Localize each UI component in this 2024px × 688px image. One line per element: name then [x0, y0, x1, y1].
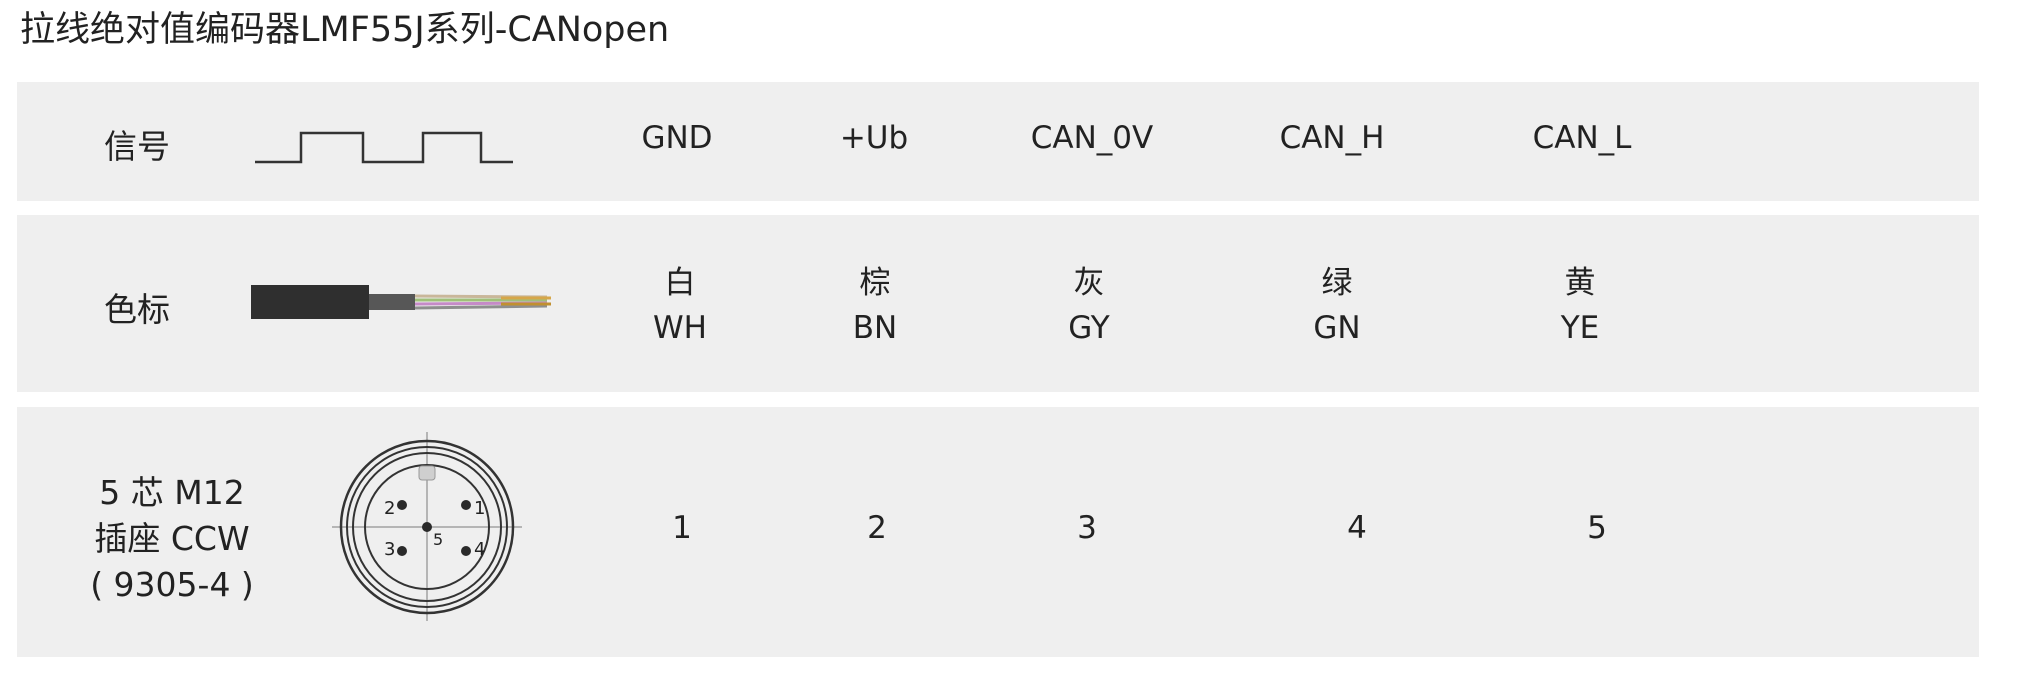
pin-5: 5 — [1587, 510, 1607, 546]
connector-row: 5 芯 M12 插座 CCW ( 9305-4 ) 1 2 3 4 5 1 2 … — [17, 407, 1979, 657]
connector-label-line-1: 5 芯 M12 — [99, 473, 245, 512]
pin-label-2: 2 — [384, 498, 395, 519]
connector-row-label: 5 芯 M12 插座 CCW ( 9305-4 ) — [90, 470, 254, 608]
signal-can-0v: CAN_0V — [1030, 120, 1154, 156]
connector-label-line-2: 插座 CCW — [94, 519, 250, 558]
pin-1: 1 — [672, 510, 692, 546]
color-brown: 棕 BN — [853, 257, 897, 346]
pin-label-3: 3 — [384, 539, 395, 560]
color-brown-cn: 棕 — [859, 265, 891, 301]
document-title: 拉线绝对值编码器LMF55J系列-CANopen — [20, 10, 670, 50]
signal-row: 信号 GND +Ub CAN_0V CAN_H CAN_L — [17, 82, 1979, 201]
color-white-en: WH — [653, 310, 707, 346]
pin-label-1: 1 — [474, 498, 485, 519]
signal-ub: +Ub — [839, 120, 909, 156]
connector-label-line-3: ( 9305-4 ) — [90, 565, 254, 604]
color-gray: 灰 GY — [1068, 257, 1109, 346]
color-gray-cn: 灰 — [1073, 265, 1105, 301]
color-white: 白 WH — [653, 257, 707, 346]
color-white-cn: 白 — [664, 265, 696, 301]
signal-row-label: 信号 — [104, 127, 170, 166]
color-yellow-en: YE — [1560, 310, 1600, 346]
pin-3: 3 — [1077, 510, 1097, 546]
color-green-cn: 绿 — [1321, 265, 1353, 301]
pin-2: 2 — [867, 510, 887, 546]
color-green: 绿 GN — [1313, 257, 1360, 346]
signal-can-h: CAN_H — [1279, 120, 1385, 156]
color-brown-en: BN — [852, 310, 898, 346]
signal-gnd: GND — [641, 120, 713, 156]
signal-can-l: CAN_L — [1532, 120, 1632, 156]
color-yellow: 黄 YE — [1561, 257, 1600, 346]
color-row: 色标 白 WH 棕 BN 灰 GY 绿 GN 黄 YE — [17, 215, 1979, 392]
pin-4: 4 — [1347, 510, 1367, 546]
square-wave-icon — [255, 131, 513, 164]
cable-wires-icon — [251, 285, 551, 319]
color-yellow-cn: 黄 — [1564, 265, 1596, 301]
m12-connector-pinout-icon: 1 2 3 4 5 — [332, 432, 522, 621]
color-green-en: GN — [1313, 310, 1361, 346]
color-gray-en: GY — [1068, 310, 1110, 346]
pin-label-4: 4 — [474, 539, 485, 560]
color-row-label: 色标 — [104, 290, 170, 329]
pin-label-5: 5 — [433, 530, 443, 549]
